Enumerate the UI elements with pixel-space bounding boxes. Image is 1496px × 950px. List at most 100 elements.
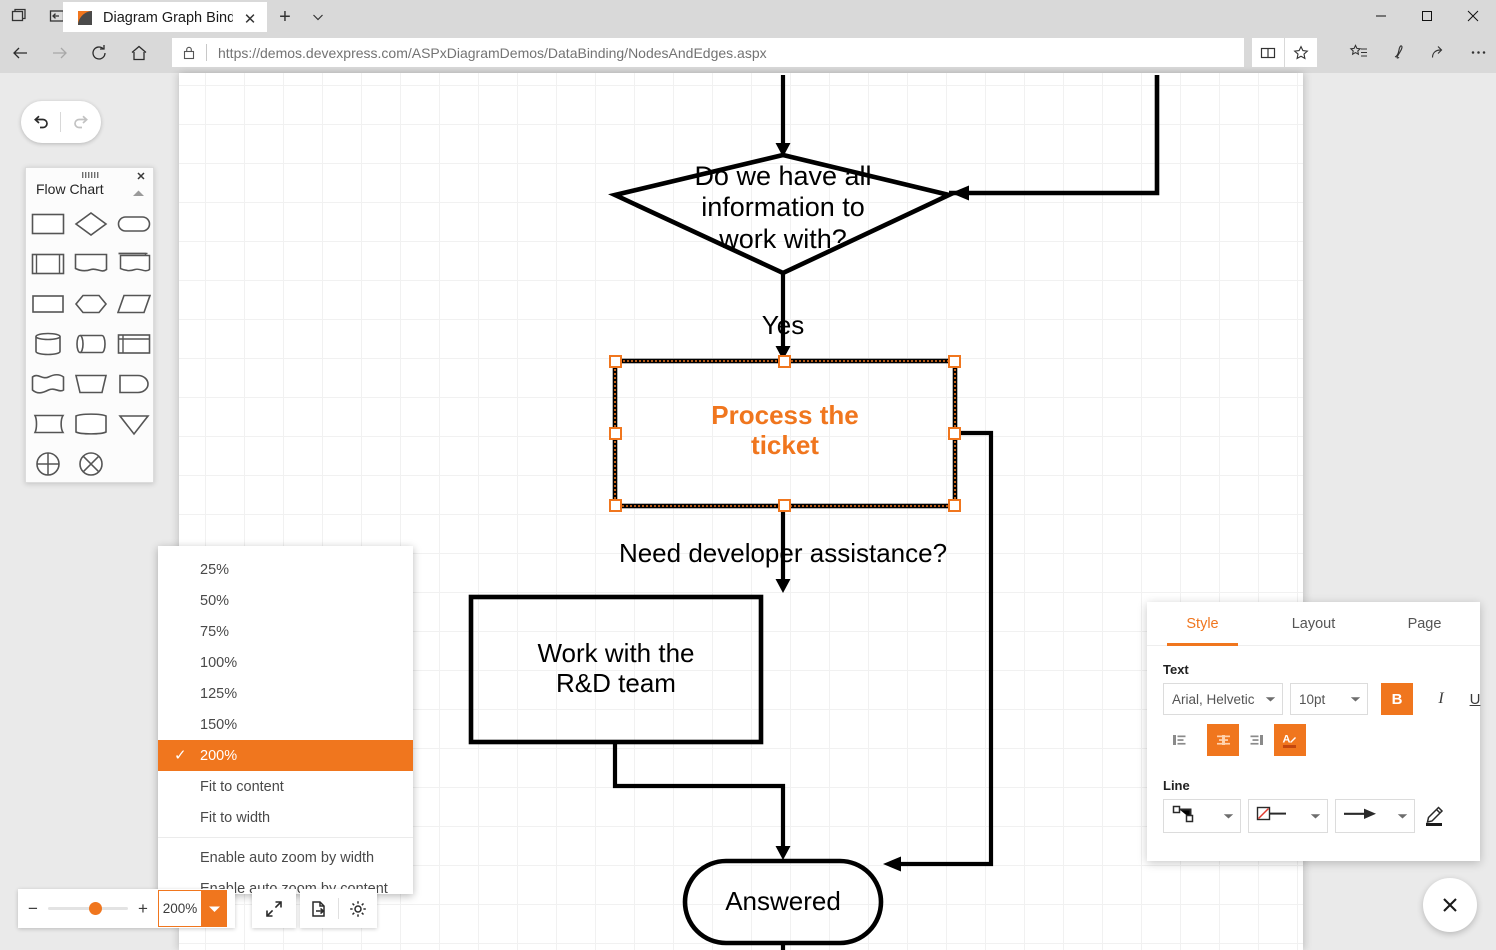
share-icon[interactable] <box>1418 32 1458 73</box>
palette-shape-manual-operation[interactable] <box>69 364 112 404</box>
properties-panel[interactable]: Style Layout Page Text Arial, Helvetic 1… <box>1147 602 1480 861</box>
more-dots-icon[interactable] <box>1458 32 1496 73</box>
fullscreen-icon[interactable] <box>255 889 293 928</box>
new-tab-button[interactable]: + <box>272 4 298 30</box>
line-section-heading: Line <box>1163 778 1190 793</box>
line-start-cap-select[interactable] <box>1248 799 1328 833</box>
window-close-button[interactable] <box>1450 0 1496 32</box>
devexpress-favicon <box>77 10 93 26</box>
export-icon[interactable] <box>300 889 338 928</box>
node-label-rnd: Work with the R&D team <box>537 638 695 699</box>
selection-handle[interactable] <box>948 355 961 368</box>
align-left-button[interactable] <box>1163 724 1195 756</box>
undo-button[interactable] <box>21 101 60 143</box>
palette-shape-process-rectangle[interactable] <box>26 204 69 244</box>
palette-shape-merge-triangle[interactable] <box>112 404 155 444</box>
close-overlay-button[interactable] <box>1423 878 1477 932</box>
star-icon[interactable] <box>1285 38 1317 67</box>
undo-redo-toolbar <box>21 101 101 143</box>
palette-shape-data-parallelogram[interactable] <box>112 284 155 324</box>
selection-handle[interactable] <box>778 499 791 512</box>
bold-button[interactable]: B <box>1381 683 1413 715</box>
address-bar[interactable]: https://demos.devexpress.com/ASPxDiagram… <box>172 38 1244 67</box>
zoom-menu-item-fit-to-content[interactable]: Fit to content <box>158 771 413 802</box>
palette-shape-terminator-rounded[interactable] <box>112 204 155 244</box>
zoom-in-button[interactable]: + <box>128 889 158 928</box>
selection-handle[interactable] <box>948 427 961 440</box>
zoom-menu-item-25[interactable]: 25% <box>158 554 413 585</box>
palette-shape-decision-diamond[interactable] <box>69 204 112 244</box>
palette-shape-internal-storage[interactable] <box>112 324 155 364</box>
palette-shape-rectangle-plain[interactable] <box>26 284 69 324</box>
zoom-menu-item-auto-zoom-width[interactable]: Enable auto zoom by width <box>158 842 413 873</box>
reading-view-icon[interactable] <box>1252 38 1284 67</box>
window-minimize-button[interactable] <box>1358 0 1404 32</box>
italic-button[interactable]: I <box>1425 683 1457 715</box>
shape-palette-panel[interactable]: ✕ Flow Chart <box>25 167 154 483</box>
palette-shape-or-junction[interactable] <box>69 444 112 484</box>
selection-handle[interactable] <box>778 355 791 368</box>
palette-shape-document[interactable] <box>69 244 112 284</box>
selection-handle[interactable] <box>609 355 622 368</box>
zoom-menu-item-125[interactable]: 125% <box>158 678 413 709</box>
lock-icon <box>172 45 206 61</box>
zoom-menu-item-75[interactable]: 75% <box>158 616 413 647</box>
window-maximize-button[interactable] <box>1404 0 1450 32</box>
tab-label: Page <box>1407 615 1442 632</box>
web-note-pen-icon[interactable] <box>1378 32 1418 73</box>
tab-page[interactable]: Page <box>1369 602 1480 645</box>
underline-button[interactable]: U <box>1459 683 1491 715</box>
zoom-menu-item-150[interactable]: 150% <box>158 709 413 740</box>
line-end-cap-select[interactable] <box>1335 799 1415 833</box>
home-icon[interactable] <box>119 32 159 73</box>
zoom-dropdown-menu[interactable]: 25% 50% 75% 100% 125% 150% ✓ 200% Fit to… <box>158 546 413 897</box>
line-route-select[interactable] <box>1163 799 1241 833</box>
palette-shape-preparation-hexagon[interactable] <box>69 284 112 324</box>
browser-title-bar: Diagram Graph Binding ✕ + <box>0 0 1496 32</box>
zoom-menu-item-50[interactable]: 50% <box>158 585 413 616</box>
font-family-select[interactable]: Arial, Helvetic <box>1163 683 1283 715</box>
gear-icon[interactable] <box>339 889 377 928</box>
zoom-menu-item-100[interactable]: 100% <box>158 647 413 678</box>
tab-layout[interactable]: Layout <box>1258 602 1369 645</box>
refresh-icon[interactable] <box>79 32 119 73</box>
chevron-down-icon <box>1343 696 1367 703</box>
palette-shape-delay[interactable] <box>69 404 112 444</box>
zoom-out-button[interactable]: − <box>18 889 48 928</box>
palette-shape-card[interactable] <box>26 404 69 444</box>
window-list-icon[interactable] <box>0 0 38 32</box>
zoom-slider[interactable] <box>48 889 128 928</box>
favorites-hub-icon[interactable] <box>1338 32 1378 73</box>
palette-shape-multiple-documents[interactable] <box>112 244 155 284</box>
palette-shape-predefined-process[interactable] <box>26 244 69 284</box>
zoom-dropdown-arrow-icon[interactable] <box>201 890 227 927</box>
redo-button[interactable] <box>61 101 100 143</box>
selection-handle[interactable] <box>609 427 622 440</box>
tab-style[interactable]: Style <box>1147 602 1258 646</box>
palette-shape-display[interactable] <box>112 364 155 404</box>
palette-collapse-chevron-icon[interactable] <box>132 184 145 202</box>
font-color-button[interactable]: A <box>1274 724 1306 756</box>
zoom-menu-item-200[interactable]: ✓ 200% <box>158 740 413 771</box>
tab-menu-chevron-down-icon[interactable] <box>305 4 331 30</box>
palette-shape-database-cylinder[interactable] <box>26 324 69 364</box>
selection-handle[interactable] <box>948 499 961 512</box>
palette-shape-direct-data[interactable] <box>69 324 112 364</box>
tab-close-icon[interactable]: ✕ <box>242 11 258 27</box>
font-size-select[interactable]: 10pt <box>1290 683 1368 715</box>
palette-shape-wave-document[interactable] <box>26 364 69 404</box>
align-right-button[interactable] <box>1240 724 1272 756</box>
back-arrow-icon[interactable] <box>0 32 40 73</box>
line-color-pen-icon[interactable] <box>1419 801 1449 831</box>
palette-shape-summing-junction[interactable] <box>26 444 69 484</box>
zoom-menu-item-fit-to-width[interactable]: Fit to width <box>158 802 413 833</box>
zoom-value-display[interactable]: 200% <box>158 890 201 927</box>
palette-shape-empty-slot <box>112 444 155 484</box>
zoom-slider-thumb[interactable] <box>89 902 102 915</box>
zoom-menu-label: 25% <box>200 561 230 578</box>
selection-handle[interactable] <box>609 499 622 512</box>
align-center-button[interactable] <box>1207 724 1239 756</box>
zoom-menu-label: 125% <box>200 685 238 702</box>
palette-close-icon[interactable]: ✕ <box>134 169 148 183</box>
browser-tab[interactable]: Diagram Graph Binding ✕ <box>63 2 267 32</box>
